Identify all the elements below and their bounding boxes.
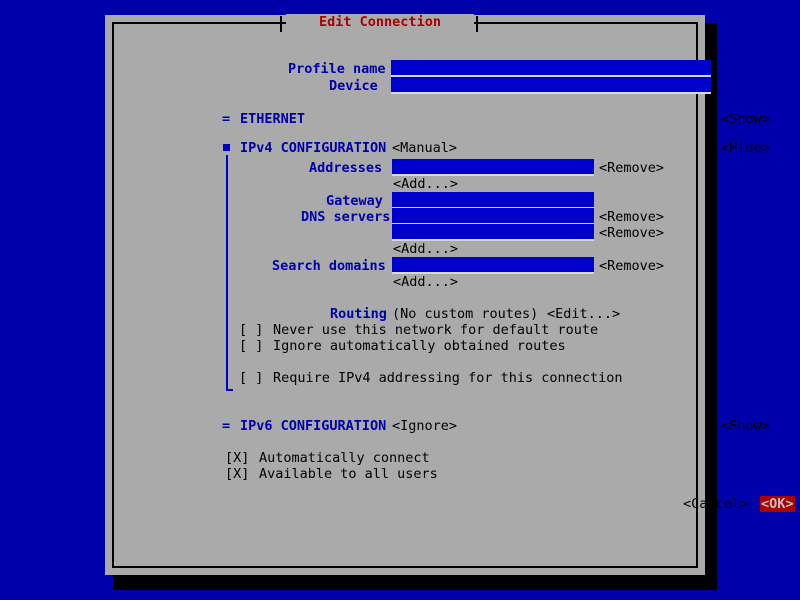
device-input[interactable]: ens33 (00:0C:29:FD:AB:D0)_______________ xyxy=(391,77,711,94)
ipv4-section-label: IPv4 CONFIGURATION xyxy=(240,140,386,156)
checkbox-label-available-all-users: Available to all users xyxy=(259,466,438,482)
dns-server-input-0[interactable]: 192.168.1.254____________ xyxy=(392,208,594,225)
checkbox-mark-never-default-route[interactable]: [ ] xyxy=(239,322,263,338)
title-tick-right xyxy=(476,16,478,32)
address-value-0: 192.168.1.230/24_________ xyxy=(458,173,594,176)
ipv6-section-label: IPv6 CONFIGURATION xyxy=(240,418,386,434)
title-rule-left xyxy=(114,22,280,24)
checkbox-mark-auto-connect[interactable]: [X] xyxy=(225,450,249,466)
checkbox-mark-ignore-auto-routes[interactable]: [ ] xyxy=(239,338,263,354)
device-label: Device xyxy=(329,78,378,94)
ipv4-section-rail-foot xyxy=(226,389,233,391)
dns-server-input-1[interactable]: 192.168.1.253____________ xyxy=(392,224,594,241)
address-remove-button-0[interactable]: <Remove> xyxy=(599,160,664,176)
title-rule-right xyxy=(478,22,690,24)
dns-server-value-1: 192.168.1.253____________ xyxy=(458,238,594,241)
cancel-button[interactable]: <Cancel> xyxy=(683,496,748,512)
dns-server-remove-button-1[interactable]: <Remove> xyxy=(599,225,664,241)
ipv4-hide-toggle[interactable]: <Hide> xyxy=(721,140,770,156)
ok-button[interactable]: <OK> xyxy=(760,496,795,512)
ipv6-mode-select[interactable]: <Ignore> xyxy=(392,418,457,434)
terminal-screen: Profile name ens33______________________… xyxy=(0,0,800,600)
ipv4-mode-select[interactable]: <Manual> xyxy=(392,140,457,156)
edit-connection-dialog: Profile name ens33______________________… xyxy=(105,15,705,575)
address-input-0[interactable]: 192.168.1.230/24_________ xyxy=(392,159,594,176)
checkbox-label-never-default-route: Never use this network for default route xyxy=(273,322,598,338)
checkbox-label-ignore-auto-routes: Ignore automatically obtained routes xyxy=(273,338,566,354)
checkbox-label-require-ipv4: Require IPv4 addressing for this connect… xyxy=(273,370,623,386)
checkbox-mark-require-ipv4[interactable]: [ ] xyxy=(239,370,263,386)
profile-name-label: Profile name xyxy=(288,61,386,77)
search-domain-input-0[interactable]: tecmint.lan______________ xyxy=(392,257,594,274)
ethernet-section-marker[interactable]: = xyxy=(222,111,230,127)
checkbox-label-auto-connect: Automatically connect xyxy=(259,450,430,466)
ethernet-section-label: ETHERNET xyxy=(240,111,305,127)
checkbox-mark-available-all-users[interactable]: [X] xyxy=(225,466,249,482)
address-add-button[interactable]: <Add...> xyxy=(393,176,458,192)
title-tick-left xyxy=(280,16,282,32)
ipv4-section-marker[interactable] xyxy=(223,144,230,151)
ipv6-section-marker[interactable]: = xyxy=(222,418,230,434)
routing-label: Routing xyxy=(330,306,387,322)
profile-name-input[interactable]: ens33___________________________________ xyxy=(391,60,711,77)
dns-server-add-button[interactable]: <Add...> xyxy=(393,241,458,257)
ethernet-show-toggle[interactable]: <Show> xyxy=(721,111,770,127)
ipv6-show-toggle[interactable]: <Show> xyxy=(721,418,770,434)
ipv4-section-rail xyxy=(226,155,228,391)
gateway-label: Gateway xyxy=(326,193,383,209)
routing-edit-button[interactable]: <Edit...> xyxy=(547,306,620,322)
search-domain-remove-button-0[interactable]: <Remove> xyxy=(599,258,664,274)
dns-server-remove-button-0[interactable]: <Remove> xyxy=(599,209,664,225)
device-value: ens33 (00:0C:29:FD:AB:D0)_______________ xyxy=(457,91,711,94)
addresses-label: Addresses xyxy=(309,160,382,176)
dns-servers-label: DNS servers xyxy=(301,209,390,225)
routing-summary: (No custom routes) xyxy=(392,306,538,322)
search-domain-add-button[interactable]: <Add...> xyxy=(393,274,458,290)
gateway-input[interactable]: 192.168.1.1_____________ xyxy=(392,192,594,209)
page-title: Edit Connection xyxy=(286,14,474,30)
search-domains-label: Search domains xyxy=(272,258,386,274)
dialog-content: Profile name ens33______________________… xyxy=(105,15,705,575)
search-domain-value-0: tecmint.lan______________ xyxy=(458,271,594,274)
dialog-title-bar: Edit Connection xyxy=(105,14,705,34)
